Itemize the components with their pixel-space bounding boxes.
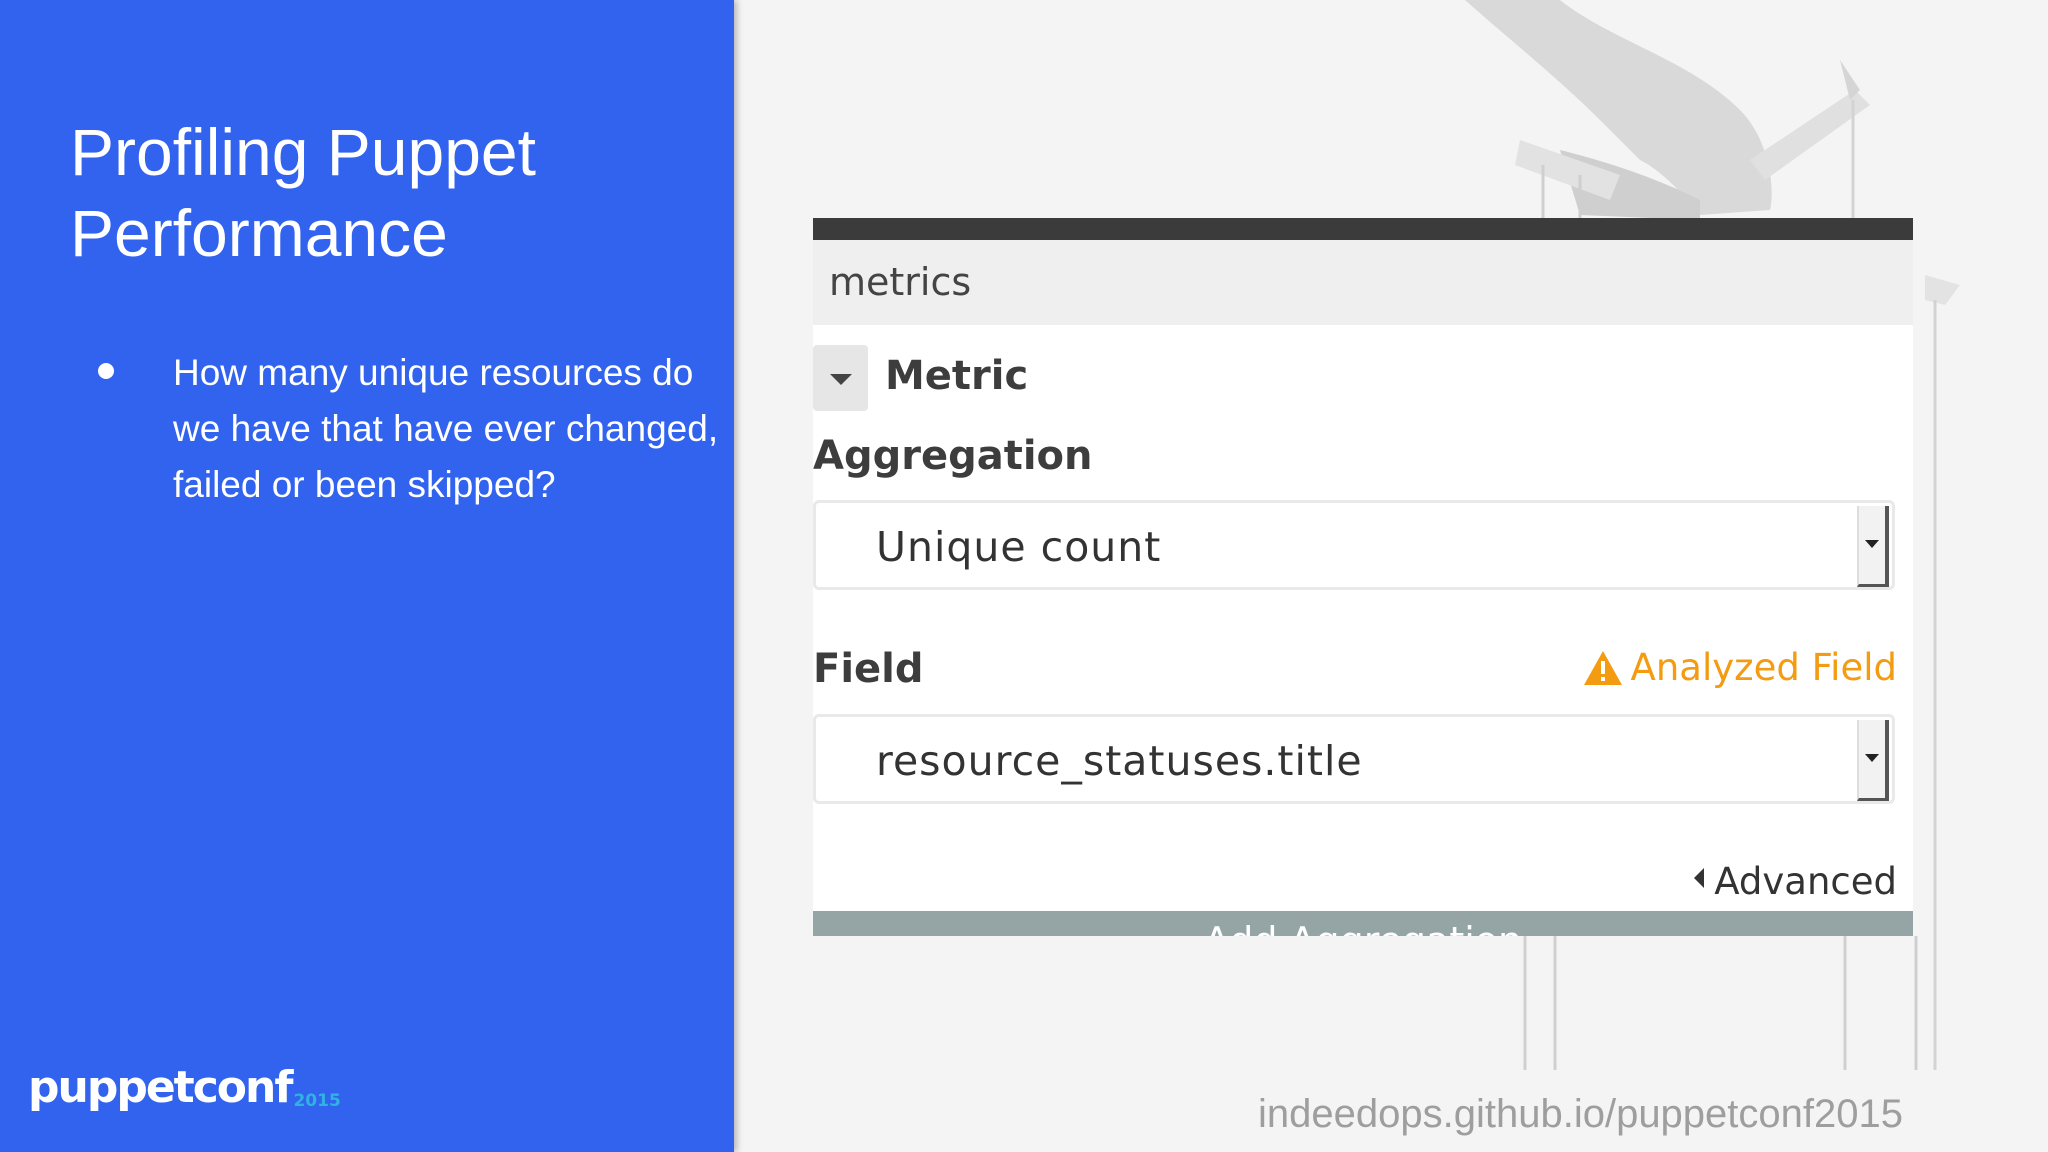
field-select-value: resource_statuses.title bbox=[876, 737, 1363, 785]
slide-title-line2: Performance bbox=[70, 196, 448, 270]
field-select[interactable]: resource_statuses.title bbox=[813, 714, 1895, 804]
advanced-label: Advanced bbox=[1714, 860, 1897, 903]
analyzed-field-text: Analyzed Field bbox=[1630, 646, 1897, 689]
bullet-list: How many unique resources do we have tha… bbox=[98, 345, 743, 513]
metrics-editor-panel: metrics Metric Aggregation Unique count … bbox=[813, 218, 1913, 936]
field-label: Field bbox=[813, 646, 924, 692]
puppetconf-logo: puppetconf 2015 bbox=[28, 1062, 341, 1113]
collapse-metric-button[interactable] bbox=[813, 345, 868, 411]
slide-left-panel: Profiling Puppet Performance How many un… bbox=[0, 0, 734, 1152]
panel-header: metrics bbox=[813, 240, 1913, 325]
bullet-text: How many unique resources do we have tha… bbox=[173, 352, 719, 505]
collapse-caret-icon bbox=[830, 374, 852, 385]
advanced-toggle[interactable]: Advanced bbox=[1694, 860, 1897, 903]
slide-title: Profiling Puppet Performance bbox=[70, 112, 690, 274]
bullet-dot-icon bbox=[98, 363, 114, 379]
add-aggregation-button[interactable]: Add Aggregation bbox=[813, 911, 1913, 936]
slide-title-line1: Profiling Puppet bbox=[70, 115, 536, 189]
logo-year: 2015 bbox=[293, 1091, 341, 1111]
aggregation-label: Aggregation bbox=[813, 433, 1093, 479]
add-aggregation-label: Add Aggregation bbox=[813, 919, 1913, 936]
advanced-caret-icon bbox=[1694, 868, 1705, 888]
footer-url: indeedops.github.io/puppetconf2015 bbox=[1258, 1092, 1903, 1136]
aggregation-select[interactable]: Unique count bbox=[813, 500, 1895, 590]
select-arrow-icon[interactable] bbox=[1857, 506, 1889, 587]
logo-text: puppetconf bbox=[28, 1062, 293, 1113]
warning-triangle-icon bbox=[1583, 651, 1622, 685]
bullet-item: How many unique resources do we have tha… bbox=[98, 345, 743, 513]
analyzed-field-warning: Analyzed Field bbox=[1583, 646, 1897, 689]
panel-header-title: metrics bbox=[829, 260, 972, 304]
panel-top-bar bbox=[813, 218, 1913, 240]
select-arrow-icon[interactable] bbox=[1857, 720, 1889, 801]
metric-section-label: Metric bbox=[885, 353, 1029, 399]
aggregation-select-value: Unique count bbox=[876, 523, 1162, 571]
